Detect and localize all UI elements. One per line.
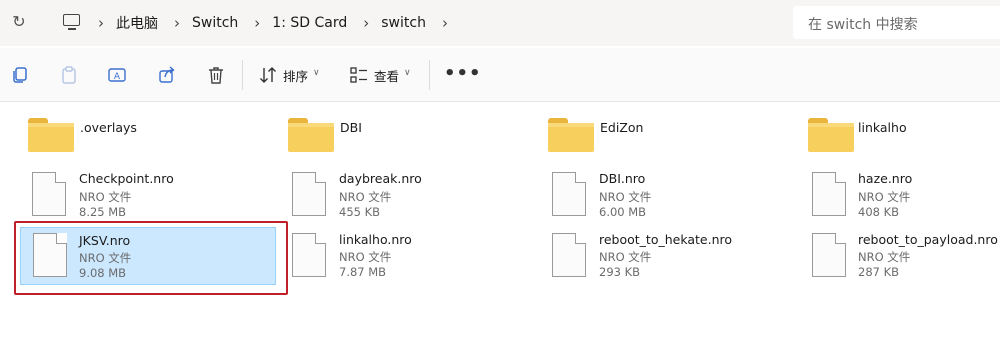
folder-item[interactable]: DBI <box>282 111 522 171</box>
chevron-down-icon[interactable]: ∨ <box>313 68 320 78</box>
folder-name: .overlays <box>80 120 137 135</box>
folder-item[interactable]: .overlays <box>22 111 262 171</box>
address-bar: ↻ › 此电脑 › Switch › 1: SD Card › switch ›… <box>0 0 1000 46</box>
folder-item[interactable]: EdiZon <box>542 111 782 171</box>
this-pc-icon[interactable] <box>62 14 82 32</box>
file-icon <box>552 172 586 216</box>
chevron-right-icon[interactable]: › <box>98 14 104 32</box>
file-item[interactable]: reboot_to_hekate.nro NRO 文件 293 KB <box>542 227 782 287</box>
folder-icon <box>548 118 594 152</box>
breadcrumb-switch-folder[interactable]: switch <box>381 15 426 31</box>
paste-icon[interactable] <box>59 65 79 85</box>
toolbar-divider <box>242 60 243 90</box>
folder-name: DBI <box>340 120 362 135</box>
file-size: 8.25 MB <box>79 205 127 219</box>
file-icon <box>812 233 846 277</box>
chevron-down-icon[interactable]: ∨ <box>404 68 411 78</box>
file-item[interactable]: haze.nro NRO 文件 408 KB <box>802 167 998 227</box>
file-size: 6.00 MB <box>599 205 647 219</box>
folder-icon <box>288 118 334 152</box>
file-name: haze.nro <box>858 171 913 186</box>
file-icon <box>292 172 326 216</box>
file-name: reboot_to_hekate.nro <box>599 232 733 247</box>
command-bar: A 排序 ∨ 查看 ∨ ••• <box>0 48 1000 102</box>
file-item[interactable]: daybreak.nro NRO 文件 455 KB <box>282 167 522 227</box>
file-size: 7.87 MB <box>339 265 387 279</box>
rename-icon[interactable]: A <box>107 65 127 85</box>
file-name: Checkpoint.nro <box>79 171 174 186</box>
chevron-right-icon[interactable]: › <box>363 14 369 32</box>
file-type: NRO 文件 <box>339 190 392 204</box>
file-name: reboot_to_payload.nro <box>858 232 998 247</box>
file-icon <box>32 172 66 216</box>
breadcrumb-this-pc[interactable]: 此电脑 <box>116 13 158 33</box>
sort-icon[interactable] <box>258 65 278 85</box>
svg-text:A: A <box>114 72 121 82</box>
file-item[interactable]: reboot_to_payload.nro NRO 文件 287 KB <box>802 227 998 287</box>
breadcrumb-sd-card[interactable]: 1: SD Card <box>272 15 347 31</box>
file-size: 408 KB <box>858 205 900 219</box>
file-name: daybreak.nro <box>339 171 422 186</box>
chevron-right-icon[interactable]: › <box>442 14 448 32</box>
file-item[interactable]: linkalho.nro NRO 文件 7.87 MB <box>282 227 522 287</box>
share-icon[interactable] <box>157 65 177 85</box>
file-list: .overlays DBI EdiZon linkalho Checkpoint… <box>0 103 1000 354</box>
file-type: NRO 文件 <box>599 250 652 264</box>
file-item[interactable]: Checkpoint.nro NRO 文件 8.25 MB <box>22 167 262 227</box>
file-type: NRO 文件 <box>858 250 911 264</box>
file-item[interactable]: DBI.nro NRO 文件 6.00 MB <box>542 167 782 227</box>
breadcrumb[interactable]: › 此电脑 › Switch › 1: SD Card › switch › <box>48 0 776 46</box>
delete-icon[interactable] <box>206 65 226 85</box>
file-icon <box>812 172 846 216</box>
view-button[interactable]: 查看 <box>374 66 399 85</box>
search-box[interactable]: 在 switch 中搜索 <box>793 6 1000 39</box>
folder-item[interactable]: linkalho <box>802 111 998 171</box>
chevron-right-icon[interactable]: › <box>174 14 180 32</box>
file-size: 293 KB <box>599 265 641 279</box>
folder-name: linkalho <box>858 120 907 135</box>
sort-button[interactable]: 排序 <box>283 66 308 85</box>
chevron-right-icon[interactable]: › <box>254 14 260 32</box>
more-options-button[interactable]: ••• <box>444 63 482 84</box>
file-type: NRO 文件 <box>599 190 652 204</box>
folder-name: EdiZon <box>600 120 644 135</box>
folder-icon <box>28 118 74 152</box>
file-type: NRO 文件 <box>858 190 911 204</box>
file-icon <box>292 233 326 277</box>
copy-icon[interactable] <box>10 65 30 85</box>
search-input[interactable]: 在 switch 中搜索 <box>808 14 918 34</box>
file-type: NRO 文件 <box>339 250 392 264</box>
file-type: NRO 文件 <box>79 190 132 204</box>
view-icon[interactable] <box>349 65 369 85</box>
toolbar-divider <box>429 60 430 90</box>
file-icon <box>552 233 586 277</box>
file-name: linkalho.nro <box>339 232 412 247</box>
refresh-icon[interactable]: ↻ <box>8 10 30 34</box>
folder-icon <box>808 118 854 152</box>
breadcrumb-switch-drive[interactable]: Switch <box>192 15 238 31</box>
file-size: 287 KB <box>858 265 900 279</box>
file-size: 455 KB <box>339 205 381 219</box>
file-name: DBI.nro <box>599 171 646 186</box>
highlight-frame <box>14 221 288 295</box>
